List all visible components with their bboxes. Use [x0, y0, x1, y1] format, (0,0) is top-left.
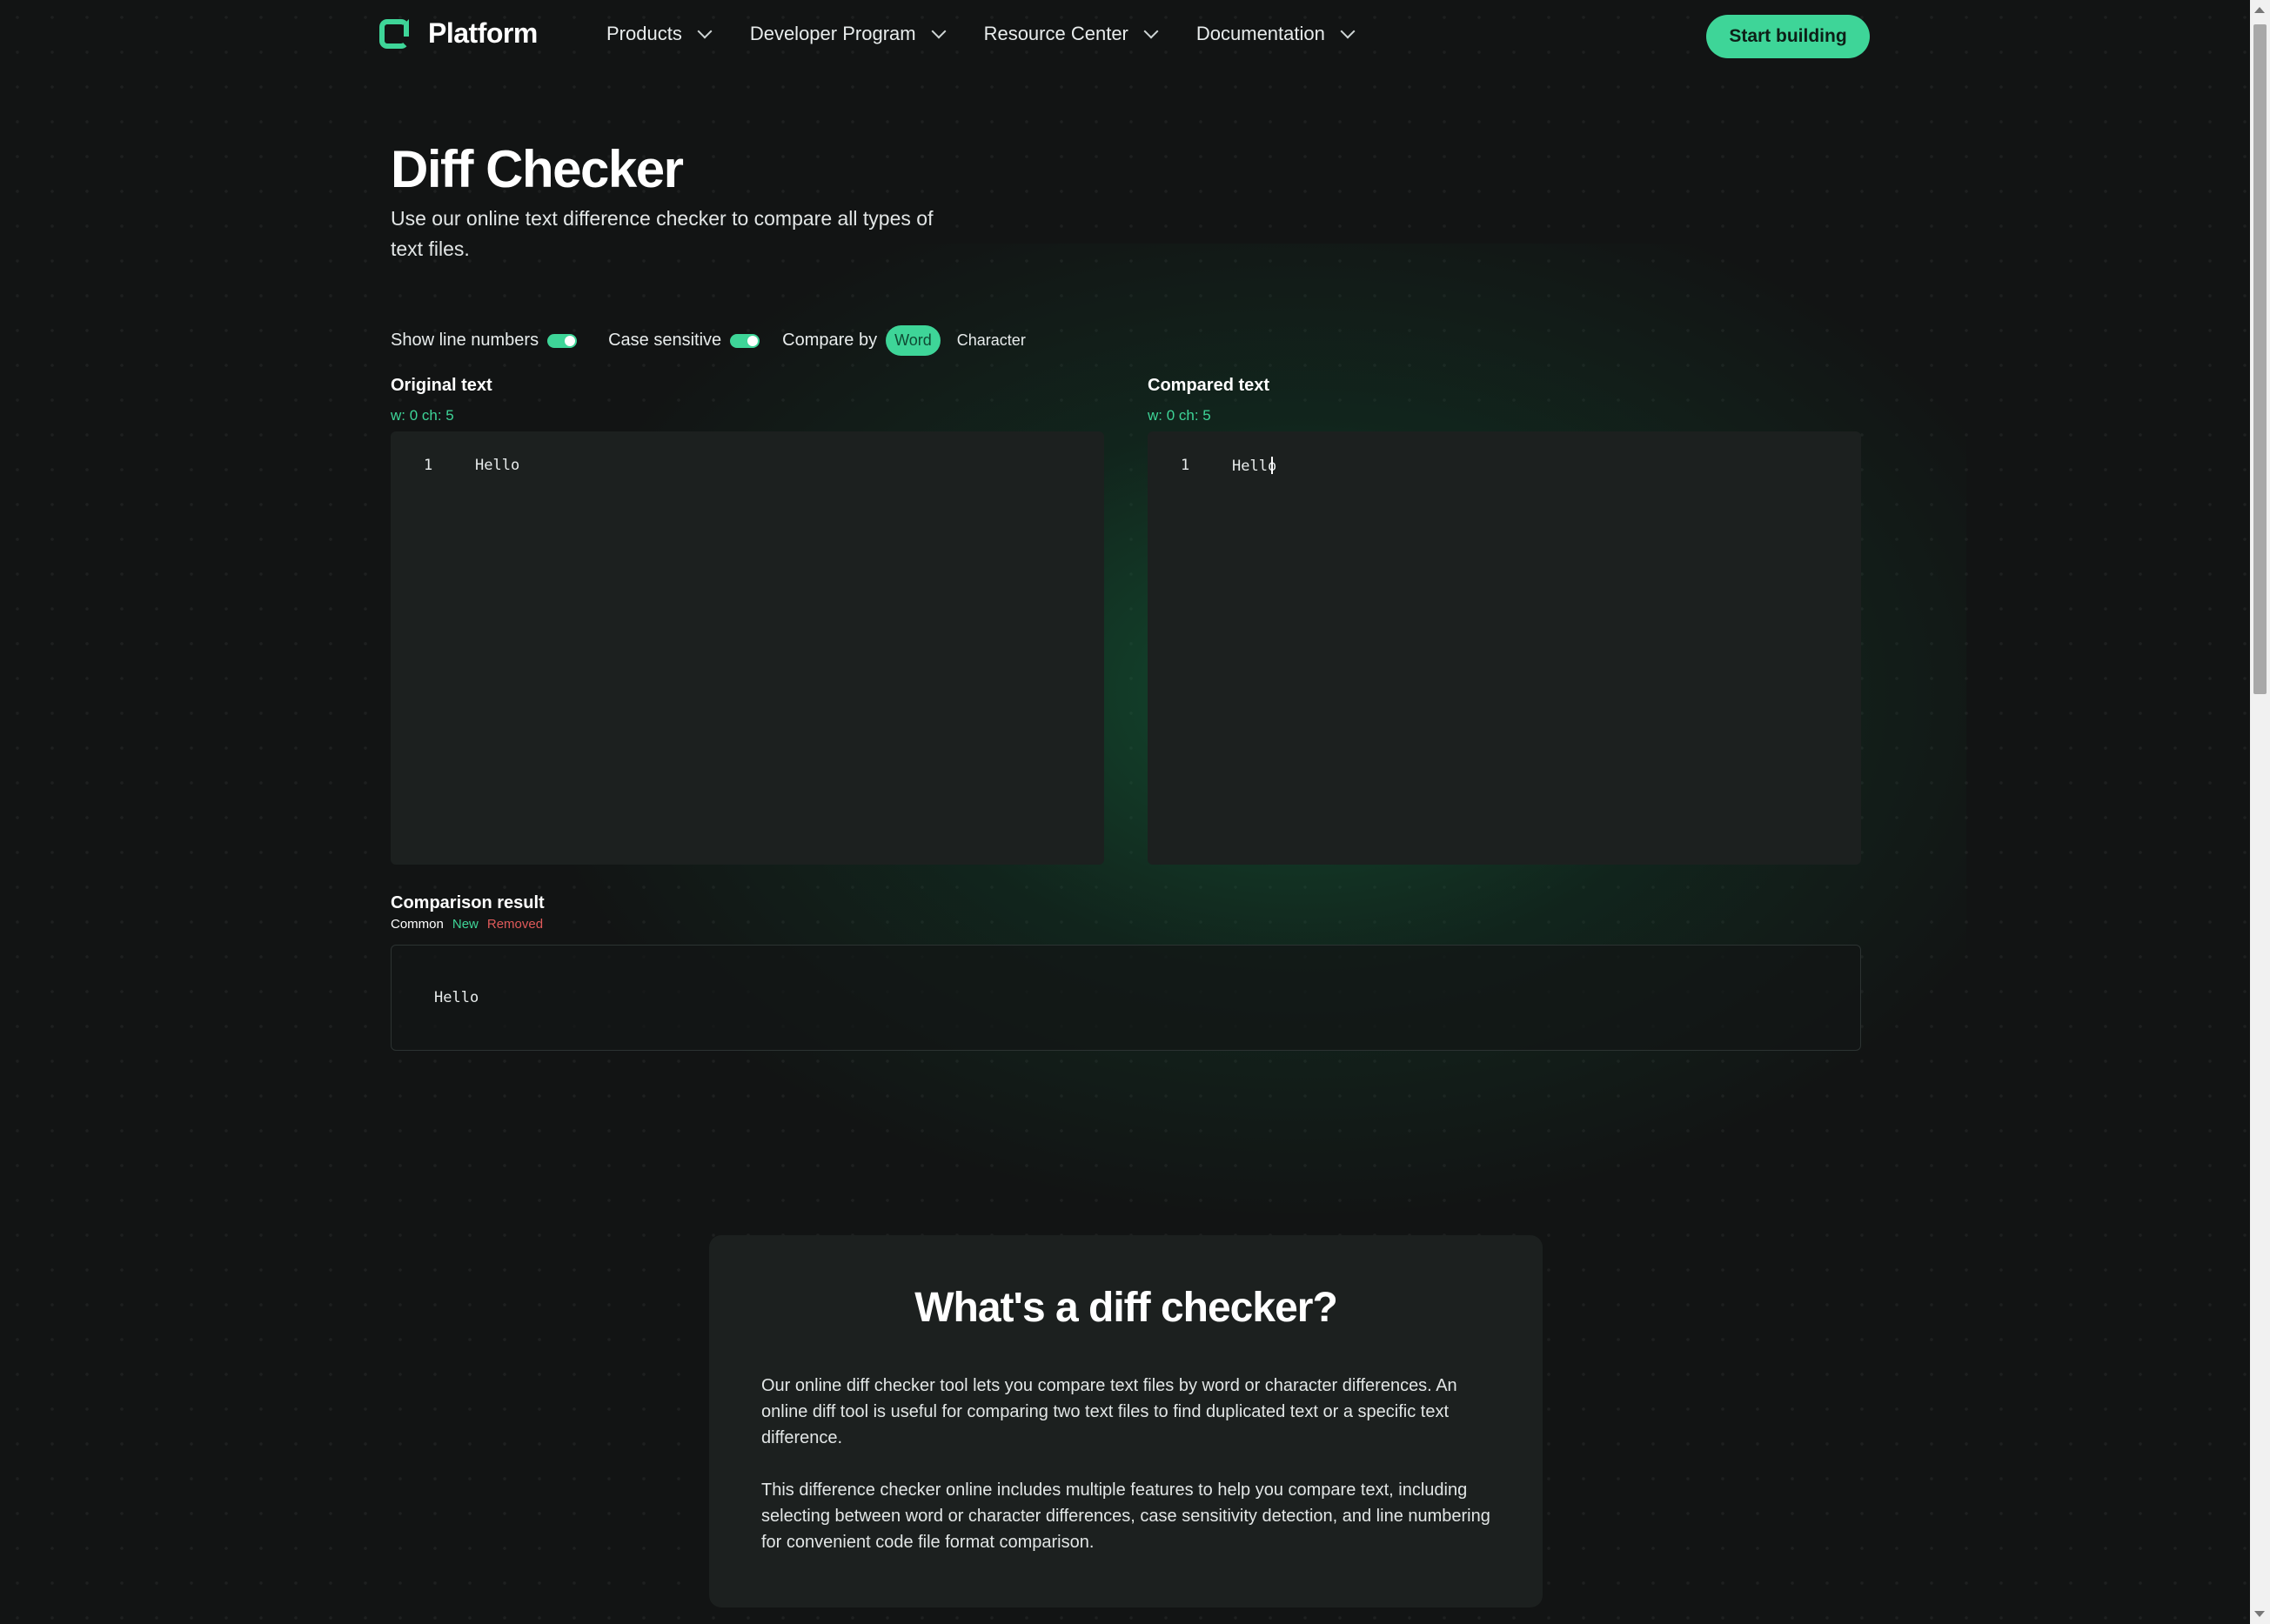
compared-text-editor[interactable]: 1 Hello [1148, 431, 1861, 865]
compare-by-word-option[interactable]: Word [886, 325, 941, 356]
chevron-down-icon [931, 23, 947, 39]
show-line-numbers-toggle[interactable] [547, 333, 578, 348]
line-number: 1 [1181, 457, 1190, 474]
nav-item-developer-program[interactable]: Developer Program [749, 23, 947, 45]
legend-removed: Removed [486, 917, 544, 932]
info-card-title: What's a diff checker? [914, 1285, 1338, 1331]
legend-common: Common [391, 917, 444, 932]
nav-item-products[interactable]: Products [606, 23, 713, 45]
scroll-down-arrow-icon[interactable] [2254, 1611, 2265, 1617]
compared-text-count: w: 0 ch: 5 [1148, 407, 1211, 424]
line-number: 1 [424, 457, 433, 474]
logo-link[interactable]: Platform [379, 17, 538, 50]
show-line-numbers-label: Show line numbers [391, 331, 539, 350]
original-text-label: Original text [391, 376, 492, 395]
start-building-button[interactable]: Start building [1706, 15, 1870, 58]
logo-text: Platform [428, 17, 538, 49]
info-paragraph: Our online diff checker tool lets you co… [761, 1376, 1457, 1447]
main-nav: Products Developer Program Resource Cent… [606, 23, 1393, 45]
text-caret [1271, 457, 1274, 474]
nav-item-resource-center[interactable]: Resource Center [983, 23, 1159, 45]
nav-item-label: Developer Program [749, 23, 916, 44]
comparison-result-title: Comparison result [391, 893, 545, 912]
editor-line-content: Hello [1232, 458, 1277, 475]
original-text-editor[interactable]: 1 Hello [391, 431, 1104, 865]
page-subtitle: Use our online text difference checker t… [391, 207, 934, 260]
info-paragraph: This difference checker online includes … [761, 1480, 1490, 1552]
nav-item-documentation[interactable]: Documentation [1195, 23, 1356, 45]
compared-text-label: Compared text [1148, 376, 1270, 395]
nav-item-label: Resource Center [983, 23, 1128, 44]
original-text-count: w: 0 ch: 5 [391, 407, 454, 424]
editor-line-text: Hello [1232, 457, 1276, 475]
page-title: Diff Checker [391, 140, 684, 198]
platform-logo-icon [379, 18, 409, 49]
comparison-result-box: Hello [391, 945, 1861, 1051]
scrollbar-thumb[interactable] [2253, 24, 2267, 694]
chevron-down-icon [1340, 23, 1356, 39]
comparison-result-text: Hello [434, 989, 479, 1006]
editor-line-text: Hello [475, 457, 520, 474]
case-sensitive-toggle[interactable] [730, 333, 760, 348]
page-scrollbar[interactable] [2250, 0, 2270, 1624]
nav-item-label: Documentation [1195, 23, 1325, 44]
compare-by-segmented-control: Word Character [886, 325, 1034, 356]
diff-options-bar: Show line numbers Case sensitive Compare… [391, 325, 1034, 356]
top-navbar: Platform Products Developer Program Reso… [0, 0, 2250, 71]
info-card: What's a diff checker? Our online diff c… [709, 1235, 1543, 1607]
case-sensitive-label: Case sensitive [608, 331, 722, 350]
compare-by-character-option[interactable]: Character [949, 325, 1034, 356]
chevron-down-icon [697, 23, 713, 39]
toggle-knob [747, 335, 759, 346]
legend-new: New [452, 917, 479, 932]
scroll-up-arrow-icon[interactable] [2254, 7, 2265, 13]
diff-legend: Common New Removed [391, 917, 552, 932]
nav-item-label: Products [606, 23, 682, 44]
compare-by-label: Compare by [782, 331, 878, 350]
toggle-knob [565, 335, 576, 346]
chevron-down-icon [1143, 23, 1159, 39]
